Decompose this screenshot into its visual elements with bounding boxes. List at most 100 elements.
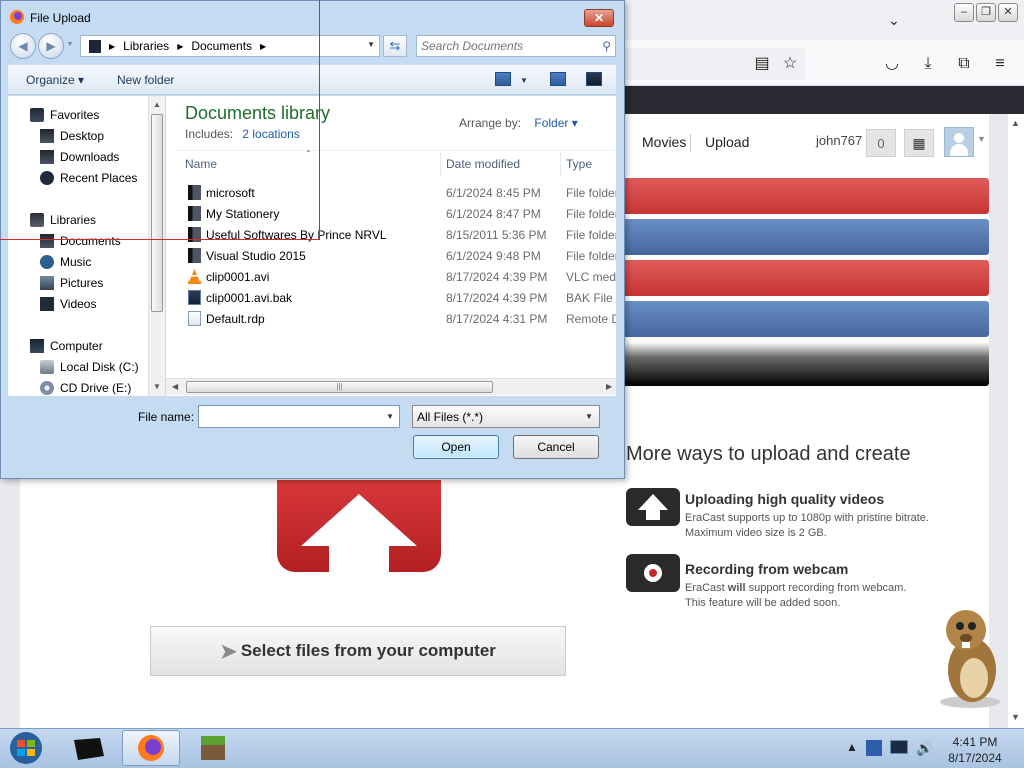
nav-pictures[interactable]: Pictures (40, 276, 103, 290)
scroll-thumb[interactable] (151, 114, 163, 312)
file-row[interactable]: Visual Studio 2015 6/1/2024 9:48 PM File… (176, 245, 616, 266)
back-button[interactable]: ◀ (10, 33, 36, 59)
locations-link[interactable]: 2 locations (242, 127, 299, 141)
nav-movies[interactable]: Movies (642, 134, 686, 150)
page-scrollbar[interactable]: ▲ ▼ (1008, 114, 1024, 728)
select-files-button[interactable]: ➤ Select files from your computer (150, 626, 566, 676)
file-list-hscrollbar[interactable]: ◀ ||| ▶ (166, 378, 616, 395)
nav-recent-places[interactable]: Recent Places (40, 171, 137, 185)
address-bar[interactable]: ▶ Libraries ▶ Documents ▶ ▼ (80, 35, 380, 57)
file-name-field[interactable]: ▼ (198, 405, 400, 428)
arrange-by-dropdown[interactable]: Folder ▾ (534, 116, 577, 130)
nav-favorites[interactable]: Favorites (30, 108, 99, 122)
taskbar-minecraft[interactable] (184, 730, 242, 766)
nav-libraries[interactable]: Libraries (30, 213, 96, 227)
nav-pane-scrollbar[interactable]: ▲ ▼ (148, 96, 165, 396)
nav-upload[interactable]: Upload (705, 134, 749, 150)
new-folder-button[interactable]: New folder (117, 73, 174, 87)
nav-computer[interactable]: Computer (30, 339, 103, 353)
maximize-button[interactable]: ❐ (976, 3, 996, 22)
tray-expand-icon[interactable]: ▲ (846, 740, 858, 754)
volume-icon[interactable]: 🔊 (916, 740, 933, 757)
column-type[interactable]: Type (566, 157, 592, 171)
notification-count[interactable]: 0 (866, 129, 896, 157)
column-name[interactable]: Name (185, 157, 217, 171)
chevron-down-icon[interactable]: ▼ (585, 412, 593, 421)
apps-grid-icon[interactable]: ▦ (904, 129, 934, 157)
pocket-icon[interactable]: ◡ (882, 54, 902, 74)
scroll-thumb[interactable]: ||| (186, 381, 493, 393)
nav-documents[interactable]: Documents (40, 234, 121, 248)
file-row[interactable]: Useful Softwares By Prince NRVL 8/15/201… (176, 224, 616, 245)
download-icon[interactable]: ⤓ (918, 54, 938, 74)
file-row[interactable]: Default.rdp 8/17/2024 4:31 PM Remote Des… (176, 308, 616, 329)
start-button[interactable] (6, 730, 46, 766)
url-bar[interactable] (600, 48, 805, 80)
upload-arrow-icon[interactable] (277, 480, 441, 572)
breadcrumb-documents[interactable]: Documents (191, 39, 252, 53)
recent-pages-icon[interactable]: ▼ (64, 33, 76, 59)
nav-cd-drive[interactable]: CD Drive (E:) (40, 381, 131, 395)
scroll-right-icon[interactable]: ▶ (606, 382, 612, 391)
file-row[interactable]: My Stationery 6/1/2024 8:47 PM File fold… (176, 203, 616, 224)
file-date: 8/17/2024 4:39 PM (446, 291, 548, 305)
file-type: File folder (566, 186, 616, 200)
chevron-down-icon[interactable]: ▼ (367, 40, 375, 49)
file-row[interactable]: clip0001.avi 8/17/2024 4:39 PM VLC media… (176, 266, 616, 287)
taskbar-terminal[interactable] (60, 730, 118, 766)
file-date: 6/1/2024 9:48 PM (446, 249, 541, 263)
column-separator[interactable] (440, 152, 441, 176)
nav-downloads[interactable]: Downloads (40, 150, 119, 164)
scroll-up-icon[interactable]: ▲ (153, 100, 161, 109)
menu-bar-red-1[interactable] (624, 178, 989, 214)
network-icon[interactable] (866, 740, 882, 756)
close-window-button[interactable]: ✕ (998, 3, 1018, 22)
menu-bar-blue-1[interactable] (624, 219, 989, 255)
forward-button[interactable]: ▶ (38, 33, 64, 59)
taskbar-firefox[interactable] (122, 730, 180, 766)
menu-bar-blue-2[interactable] (624, 301, 989, 337)
menu-icon[interactable]: ≡ (990, 54, 1010, 74)
file-row[interactable]: microsoft 6/1/2024 8:45 PM File folder (176, 182, 616, 203)
preview-pane-icon[interactable] (550, 72, 566, 86)
bookmark-star-icon[interactable]: ☆ (780, 54, 800, 74)
column-separator[interactable] (560, 152, 561, 176)
chevron-down-icon[interactable]: ▼ (977, 134, 986, 144)
menu-bar-black[interactable] (624, 342, 989, 386)
nav-videos[interactable]: Videos (40, 297, 96, 311)
documents-icon (40, 234, 54, 248)
view-options-icon[interactable] (495, 72, 511, 86)
chevron-down-icon[interactable]: ▼ (386, 412, 394, 421)
reader-view-icon[interactable]: ▤ (752, 54, 772, 74)
cancel-button[interactable]: Cancel (513, 435, 599, 459)
system-clock[interactable]: 4:41 PM 8/17/2024 (940, 734, 1010, 766)
organize-button[interactable]: Organize ▾ (26, 73, 84, 87)
extensions-icon[interactable]: ⧉ (954, 54, 974, 74)
breadcrumb-libraries[interactable]: Libraries (123, 39, 169, 53)
minimize-button[interactable]: – (954, 3, 974, 22)
chevron-down-icon[interactable]: ▼ (520, 76, 528, 85)
column-date-modified[interactable]: Date modified (446, 157, 520, 171)
search-box[interactable]: ⚲ (416, 35, 616, 57)
open-button[interactable]: Open (413, 435, 499, 459)
dialog-title: File Upload (30, 11, 91, 25)
chevron-down-icon[interactable]: ⌄ (884, 12, 904, 32)
nav-local-disk[interactable]: Local Disk (C:) (40, 360, 139, 374)
scroll-left-icon[interactable]: ◀ (172, 382, 178, 391)
monitor-icon[interactable] (890, 740, 908, 754)
file-name-label: File name: (138, 410, 195, 424)
help-icon[interactable] (586, 72, 602, 86)
file-type-filter[interactable]: All Files (*.*) ▼ (412, 405, 600, 428)
file-row[interactable]: clip0001.avi.bak 8/17/2024 4:39 PM BAK F… (176, 287, 616, 308)
scroll-down-icon[interactable]: ▼ (153, 382, 161, 391)
search-input[interactable] (421, 38, 591, 54)
refresh-button[interactable]: ⇆ (383, 35, 407, 57)
username[interactable]: john767 (816, 133, 862, 148)
menu-bar-red-2[interactable] (624, 260, 989, 296)
nav-desktop[interactable]: Desktop (40, 129, 104, 143)
avatar[interactable] (944, 127, 974, 157)
mascot-image (930, 600, 1010, 710)
file-name-input[interactable] (202, 409, 382, 424)
dialog-close-button[interactable]: ✕ (584, 9, 614, 27)
nav-music[interactable]: Music (40, 255, 91, 269)
